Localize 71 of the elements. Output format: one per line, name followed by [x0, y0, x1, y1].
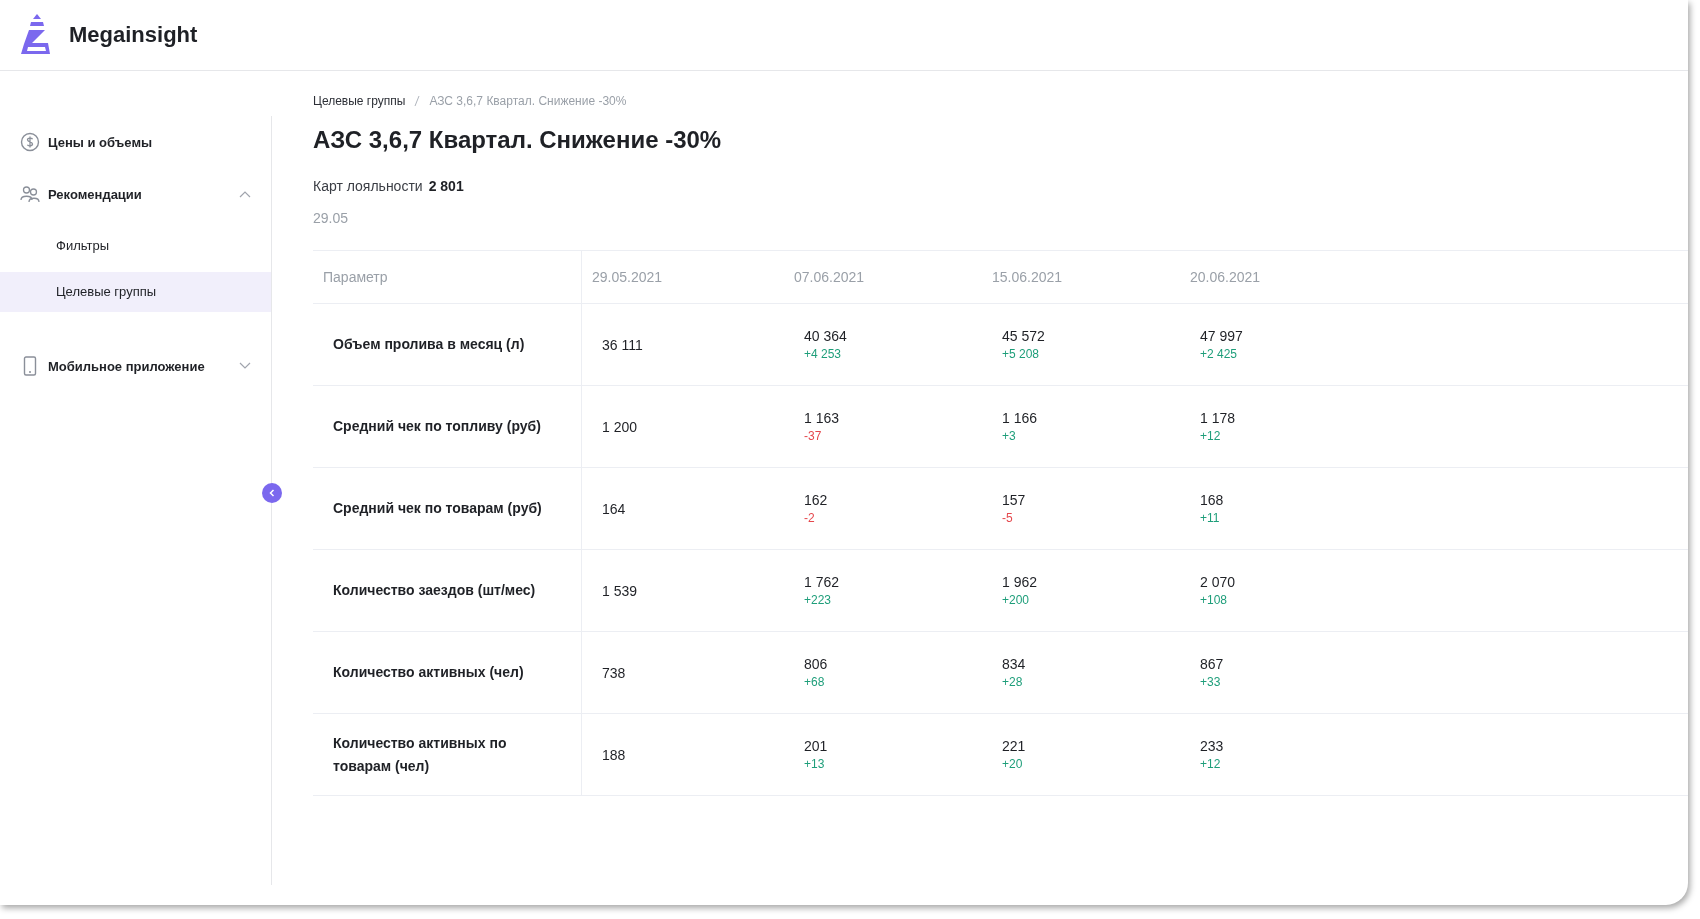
sidebar-subitem[interactable]: Фильтры: [0, 226, 271, 266]
loyalty-count: 2 801: [428, 178, 464, 194]
value-cell: 36 111: [581, 303, 784, 386]
value-text: 834: [1002, 656, 1027, 672]
value-text: 2 070: [1200, 574, 1237, 590]
chevron-icon: [239, 362, 251, 370]
page-title: АЗС 3,6,7 Квартал. Снижение -30%: [313, 126, 723, 154]
sidebar-item[interactable]: Мобильное приложение: [0, 340, 271, 392]
delta-text: +13: [804, 757, 826, 771]
value-text: 162: [804, 492, 829, 508]
value-cell: 1 539: [581, 549, 784, 632]
dollar-icon: [20, 132, 40, 152]
column-header: 20.06.2021: [1180, 250, 1688, 304]
column-header: 07.06.2021: [784, 250, 982, 304]
breadcrumb-link[interactable]: Целевые группы: [313, 94, 406, 108]
value-text: 1 178: [1200, 410, 1237, 426]
parameter-cell: Объем пролива в месяц (л): [313, 303, 582, 386]
date-label: 29.05: [313, 210, 350, 226]
delta-text: +223: [804, 593, 833, 607]
people-icon: [20, 184, 40, 204]
delta-text: +28: [1002, 675, 1024, 689]
value-text: 45 572: [1002, 328, 1046, 344]
delta-text: +200: [1002, 593, 1031, 607]
parameter-cell: Средний чек по топливу (руб): [313, 385, 582, 468]
delta-text: +11: [1200, 511, 1221, 525]
sidebar-item[interactable]: Рекомендации: [0, 168, 271, 220]
delta-text: +108: [1200, 593, 1229, 607]
value-cell: 188: [581, 713, 784, 796]
delta-text: +4 253: [804, 347, 843, 361]
delta-text: +12: [1200, 429, 1222, 443]
sidebar-subitem[interactable]: Целевые группы: [0, 272, 271, 312]
delta-text: -2: [804, 511, 816, 525]
value-text: 1 762: [804, 574, 841, 590]
delta-text: +33: [1200, 675, 1222, 689]
delta-text: -5: [1002, 511, 1014, 525]
collapse-button[interactable]: [262, 483, 282, 503]
value-cell: 164: [581, 467, 784, 550]
value-text: 40 364: [804, 328, 848, 344]
parameter-cell: Средний чек по товарам (руб): [313, 467, 582, 550]
value-text: 806: [804, 656, 829, 672]
delta-text: +3: [1002, 429, 1017, 443]
value-text: 157: [1002, 492, 1027, 508]
value-text: 1 163: [804, 410, 841, 426]
value-text: 1 962: [1002, 574, 1039, 590]
value-cell: 738: [581, 631, 784, 714]
value-text: 168: [1200, 492, 1225, 508]
delta-text: +20: [1002, 757, 1024, 771]
chevron-left-icon: [267, 488, 277, 498]
parameter-cell: Количество заездов (шт/мес): [313, 549, 582, 632]
column-header: 15.06.2021: [982, 250, 1180, 304]
delta-text: -37: [804, 429, 823, 443]
sidebar-item[interactable]: Цены и объемы: [0, 116, 271, 168]
parameter-cell: Количество активных (чел): [313, 631, 582, 714]
value-text: 47 997: [1200, 328, 1244, 344]
delta-text: +2 425: [1200, 347, 1239, 361]
delta-text: +5 208: [1002, 347, 1041, 361]
parameter-cell: Количество активных по товарам (чел): [313, 713, 582, 796]
column-header: Параметр: [313, 250, 582, 304]
column-header: 29.05.2021: [581, 250, 784, 304]
chevron-icon: [239, 190, 251, 198]
value-text: 867: [1200, 656, 1225, 672]
value-text: 201: [804, 738, 829, 754]
value-text: 1 166: [1002, 410, 1039, 426]
delta-text: +12: [1200, 757, 1222, 771]
breadcrumb-separator: [414, 95, 421, 107]
value-text: 233: [1200, 738, 1225, 754]
value-text: 221: [1002, 738, 1027, 754]
app-name: Megainsight: [69, 22, 198, 48]
value-cell: 1 200: [581, 385, 784, 468]
delta-text: +68: [804, 675, 826, 689]
loyalty-label: Карт лояльности: [313, 178, 423, 194]
